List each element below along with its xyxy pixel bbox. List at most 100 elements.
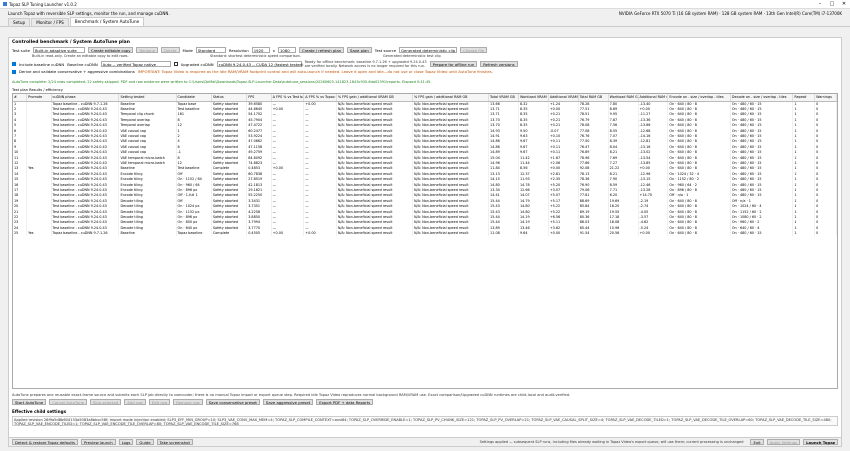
- action-button[interactable]: Save aggressive preset: [262, 399, 314, 405]
- include-baseline-checkbox[interactable]: [12, 62, 16, 66]
- window-title: Topaz SLP Tuning Launcher v1.0.2: [9, 1, 77, 7]
- results-table[interactable]: # Promote cuDNN phase Setting tested Candida…: [12, 93, 838, 389]
- derive-checkbox[interactable]: [12, 69, 16, 74]
- action-button[interactable]: Skip selected: [89, 399, 122, 405]
- column-header[interactable]: Workload VRAM G.: [518, 94, 549, 102]
- column-header[interactable]: Δ FPS % vs Test baseline: [271, 94, 305, 102]
- rename-button[interactable]: Rename: [136, 47, 159, 53]
- refresh-versions-button[interactable]: Refresh versions: [480, 61, 518, 67]
- baseline-cudnn-select[interactable]: Auto -- verified Topaz native: [100, 61, 171, 67]
- mode-select[interactable]: Standard: [195, 47, 226, 53]
- table-cell: Yes: [26, 230, 52, 236]
- include-baseline-label: Include baseline cuDNN: [19, 61, 65, 67]
- system-info: NVIDIA GeForce RTX 5070 Ti (16 GB system…: [618, 10, 842, 16]
- upgraded-cudnn-label: Upgraded cuDNN: [180, 61, 214, 67]
- table-cell: N/A: Non-beneficial speed result: [336, 230, 413, 236]
- action-button[interactable]: Start AutoTune: [12, 399, 47, 405]
- column-header[interactable]: Decode on - size / overlap - tiles: [730, 94, 794, 102]
- table-cell: 11.08: [488, 230, 519, 236]
- column-header[interactable]: Δ FPS % vs Topaz base: [303, 94, 337, 102]
- table-row[interactable]: 25 Yes Topaz baseline - cuDNN 9.7.1.26 Base…: [13, 230, 837, 236]
- create-editable-copy-button[interactable]: Create editable copy: [87, 47, 134, 53]
- section-title: Controlled benchmark / System AutoTune p…: [12, 40, 130, 45]
- test-source-select[interactable]: Generated deterministic clip: [399, 47, 458, 53]
- action-button[interactable]: Save conservative preset: [205, 399, 260, 405]
- plan-toolbar: Test suite Built-in adaptive suite Creat…: [12, 47, 838, 53]
- delete-button[interactable]: Delete: [161, 47, 180, 53]
- table-cell: +0.00: [548, 230, 579, 236]
- table-cell: 91.54: [578, 230, 609, 236]
- column-header[interactable]: Warnings: [814, 94, 837, 102]
- action-button[interactable]: Edit row: [148, 399, 171, 405]
- column-header[interactable]: FPS: [246, 94, 272, 102]
- important-warning: IMPORTANT: Topaz Video is required as th…: [137, 69, 493, 74]
- subheader: Launch Topaz with reversible SLP setting…: [0, 9, 850, 17]
- benchmark-panel: Controlled benchmark / System AutoTune p…: [8, 37, 842, 447]
- table-cell: 0.4505: [246, 230, 272, 236]
- prepare-offline-button[interactable]: Prepare for offline run: [429, 61, 478, 67]
- test-suite-select[interactable]: Built-in adaptive suite: [32, 47, 85, 53]
- column-header[interactable]: #: [13, 94, 28, 102]
- effective-title: Effective child settings: [12, 409, 67, 414]
- column-header[interactable]: Encode on - size / overlap - tiles: [667, 94, 731, 102]
- column-header[interactable]: Total VRAM GB: [488, 94, 519, 102]
- close-icon[interactable]: ✕: [838, 0, 850, 9]
- subheader-description: Launch Topaz with reversible SLP setting…: [8, 10, 170, 16]
- status-button[interactable]: Guide: [136, 439, 154, 445]
- column-header[interactable]: Total RAM GB: [578, 94, 609, 102]
- column-header[interactable]: Promote: [26, 94, 52, 102]
- table-cell: Baseline: [118, 230, 177, 236]
- maximize-icon[interactable]: □: [826, 0, 838, 9]
- tab-setup[interactable]: Setup: [8, 18, 31, 26]
- readonly-hint: Built-in read-only. Create an editable c…: [32, 53, 129, 58]
- column-header[interactable]: Setting tested: [118, 94, 177, 102]
- column-header[interactable]: Candidate: [176, 94, 212, 102]
- action-button[interactable]: Add row: [124, 399, 146, 405]
- column-header[interactable]: % FPS gain / additional RAM GB: [412, 94, 490, 102]
- apply-settings-button[interactable]: Apply Settings: [766, 439, 801, 445]
- column-header[interactable]: Status: [211, 94, 248, 102]
- test-source-label: Test source: [374, 47, 397, 53]
- tab-monitor[interactable]: Monitor / FPS: [31, 18, 69, 26]
- column-header[interactable]: Additional VRAM vs.: [548, 94, 579, 102]
- action-button[interactable]: Remove row: [173, 399, 203, 405]
- cudnn-row: Include baseline cuDNN Baseline cuDNN Au…: [12, 60, 838, 68]
- action-button[interactable]: Cancel AutoTune: [49, 399, 87, 405]
- resolution-height-input[interactable]: 1080: [277, 47, 296, 53]
- progress-status: AutoTune complete: 2/24 rows completed; …: [12, 80, 432, 84]
- offline-status-line2: are verified locally. Network access is …: [304, 64, 426, 68]
- column-header[interactable]: % FPS gain / additional VRAM GB: [336, 94, 413, 102]
- status-button[interactable]: Detect & restore Topaz defaults: [12, 439, 78, 445]
- mode-label: Mode: [182, 47, 193, 53]
- upgraded-cudnn-checkbox[interactable]: [173, 62, 178, 66]
- table-cell: Topaz baseline - cuDNN 9.7.1.26: [51, 230, 120, 236]
- effective-settings: Applied revision 28f9a5d8b604133a5083a6b…: [12, 416, 838, 426]
- resolution-separator: x: [272, 47, 275, 53]
- exit-button[interactable]: Exit: [750, 439, 764, 445]
- create-refresh-plan-button[interactable]: Create / refresh plan: [298, 47, 345, 53]
- tab-benchmark[interactable]: Benchmark / System AutoTune: [69, 17, 145, 26]
- status-message: Settings applied — subsequent SLP runs, …: [479, 440, 744, 444]
- table-header: # Promote cuDNN phase Setting tested Candida…: [13, 94, 837, 102]
- table-cell: 9.64: [518, 230, 549, 236]
- minimize-icon[interactable]: –: [814, 0, 826, 9]
- column-header[interactable]: Additional RAM vs.: [638, 94, 669, 102]
- choose-file-button[interactable]: Choose file: [460, 47, 488, 53]
- table-cell: N/A: Non-beneficial speed result: [412, 230, 490, 236]
- table-caption[interactable]: Test plan Results / efficiency: [12, 88, 838, 92]
- derive-row: Derive and validate conservative + aggre…: [12, 69, 838, 74]
- table-cell: +0.00: [638, 230, 669, 236]
- column-header[interactable]: Workload RAM G.: [608, 94, 639, 102]
- resolution-width-input[interactable]: 1920: [251, 47, 270, 53]
- table-cell: 1: [792, 230, 816, 236]
- column-header[interactable]: Repeat: [792, 94, 816, 102]
- save-plan-button[interactable]: Save plan: [347, 47, 372, 53]
- status-button[interactable]: Preview launch: [80, 439, 116, 445]
- status-button[interactable]: Take screenshot: [156, 439, 193, 445]
- launch-topaz-button[interactable]: Launch Topaz: [803, 439, 838, 445]
- offline-status: Ready for offline benchmark: baseline 9.…: [305, 60, 427, 68]
- status-button[interactable]: Logs: [118, 439, 134, 445]
- upgraded-cudnn-select[interactable]: cuDNN 9.24.0.43 -- CUDA 12 (fastest test…: [216, 61, 303, 67]
- action-button[interactable]: Export PDF + data Reports: [316, 399, 374, 405]
- column-header[interactable]: cuDNN phase: [51, 94, 120, 102]
